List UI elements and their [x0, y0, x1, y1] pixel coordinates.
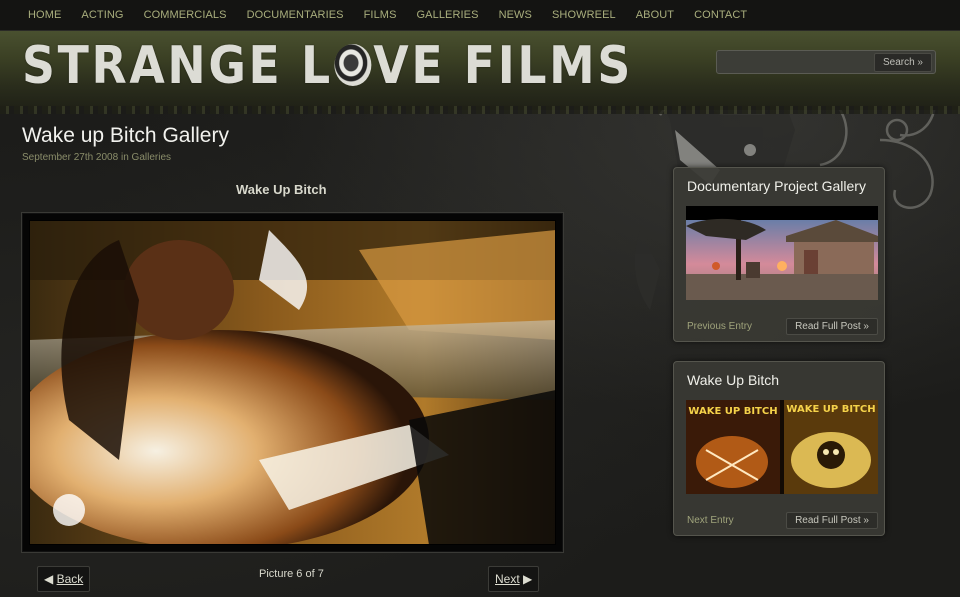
- back-button[interactable]: ◀ Back: [37, 566, 91, 592]
- nav-films[interactable]: FILMS: [364, 0, 397, 30]
- search-button[interactable]: Search »: [873, 53, 932, 72]
- post-date: September 27th 2008: [22, 152, 119, 163]
- nav-acting[interactable]: ACTING: [81, 0, 123, 30]
- nav-galleries[interactable]: GALLERIES: [417, 0, 479, 30]
- post-meta: September 27th 2008 in Galleries: [22, 152, 171, 163]
- next-entry-title[interactable]: Wake Up Bitch: [687, 372, 779, 388]
- gallery-image-caption: Wake Up Bitch: [236, 182, 327, 197]
- logo-text-part1: STRANGE L: [22, 36, 333, 96]
- read-full-post-button[interactable]: Read Full Post »: [786, 512, 878, 529]
- nav-news[interactable]: NEWS: [499, 0, 532, 30]
- thumb-title-left: WAKE UP BITCH: [688, 406, 778, 417]
- logo-text-part2: VE FILMS: [373, 36, 633, 96]
- nav-about[interactable]: ABOUT: [636, 0, 674, 30]
- back-label: Back: [56, 572, 84, 586]
- post-title[interactable]: Wake up Bitch Gallery: [22, 124, 229, 148]
- thumb-title-right: WAKE UP BITCH: [786, 404, 876, 415]
- nav-documentaries[interactable]: DOCUMENTARIES: [247, 0, 344, 30]
- nav-home[interactable]: HOME: [28, 0, 61, 30]
- gallery-main-image[interactable]: [22, 213, 563, 552]
- next-entry-thumbnail[interactable]: WAKE UP BITCH WAKE UP BITCH: [686, 400, 878, 494]
- next-entry-card: Wake Up Bitch WAKE UP BITCH WAKE UP BITC…: [673, 361, 885, 536]
- previous-entry-title[interactable]: Documentary Project Gallery: [687, 178, 866, 194]
- next-button[interactable]: Next ▶: [488, 566, 540, 592]
- previous-entry-label: Previous Entry: [687, 321, 753, 332]
- previous-entry-card: Documentary Project Gallery Previous Ent: [673, 167, 885, 342]
- previous-entry-thumbnail[interactable]: [686, 206, 878, 300]
- read-full-post-button[interactable]: Read Full Post »: [786, 318, 878, 335]
- next-entry-label: Next Entry: [687, 515, 734, 526]
- post-category-link[interactable]: Galleries: [132, 152, 171, 163]
- post-meta-in: in: [120, 152, 129, 163]
- top-navigation: HOME ACTING COMMERCIALS DOCUMENTARIES FI…: [0, 0, 960, 31]
- nav-showreel[interactable]: SHOWREEL: [552, 0, 616, 30]
- gallery-photo: [29, 220, 556, 545]
- search-box: Search »: [716, 50, 936, 74]
- back-arrow-icon: ◀: [44, 572, 54, 586]
- documentary-photo: [686, 206, 878, 300]
- search-input[interactable]: [721, 53, 875, 71]
- next-label: Next: [495, 572, 520, 586]
- next-arrow-icon: ▶: [523, 572, 533, 586]
- site-logo[interactable]: STRANGE L VE FILMS: [22, 36, 633, 96]
- nav-commercials[interactable]: COMMERCIALS: [144, 0, 227, 30]
- camera-lens-icon: [334, 44, 372, 86]
- picture-counter: Picture 6 of 7: [259, 568, 324, 580]
- nav-contact[interactable]: CONTACT: [694, 0, 747, 30]
